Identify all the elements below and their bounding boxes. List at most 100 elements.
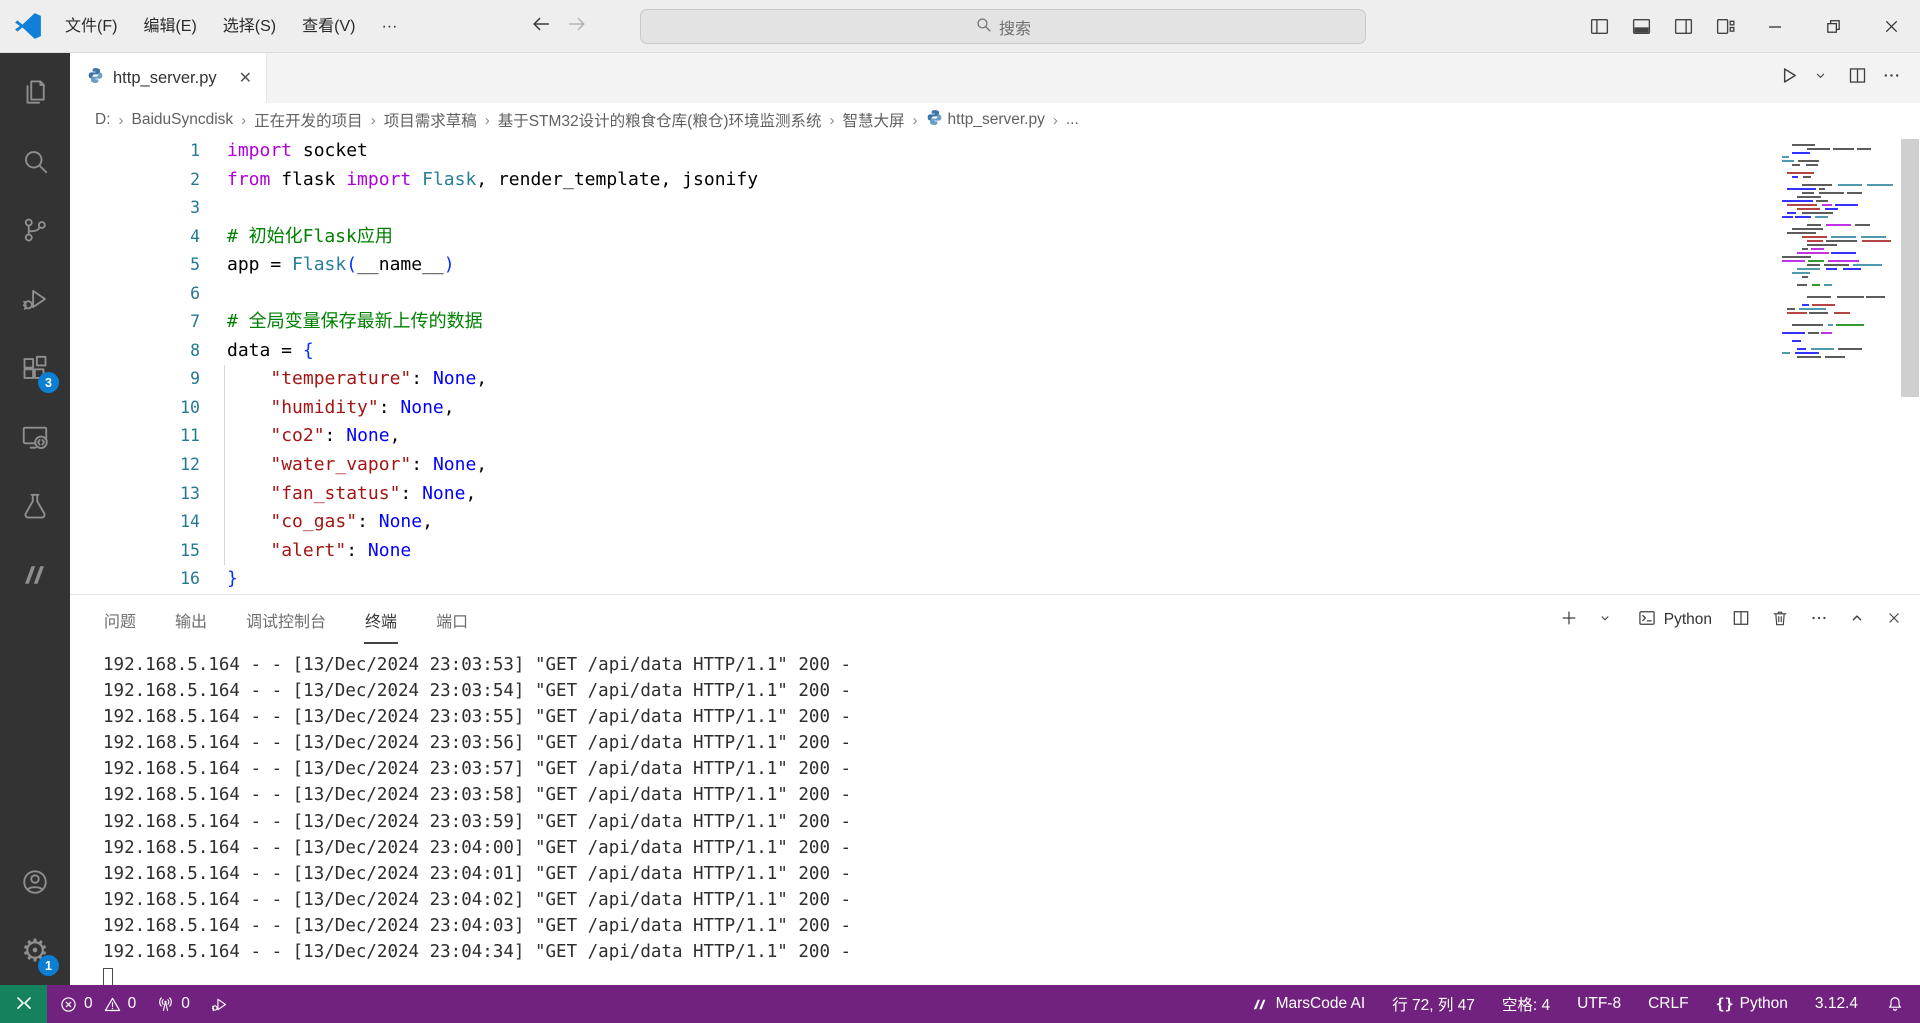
menu-view[interactable]: 查看(V) [289, 0, 368, 53]
line-number[interactable]: 9 [70, 365, 200, 394]
line-number[interactable]: 13 [70, 480, 200, 509]
run-dropdown-icon[interactable] [1813, 68, 1828, 88]
maximize-panel-icon[interactable] [1848, 609, 1866, 632]
code-line[interactable]: 9 "temperature": None, [70, 365, 1920, 394]
code-line[interactable]: 7 # 全局变量保存最新上传的数据 [70, 308, 1920, 337]
editor-scrollbar[interactable] [1901, 139, 1919, 397]
activity-item-account[interactable] [0, 847, 70, 916]
menu-edit[interactable]: 编辑(E) [130, 0, 209, 53]
line-number[interactable]: 14 [70, 508, 200, 537]
status-item-problems-errors[interactable]: 0 [59, 995, 93, 1014]
tab-close-icon[interactable]: ✕ [235, 66, 256, 90]
line-number[interactable]: 5 [70, 251, 200, 280]
tab-http-server[interactable]: http_server.py ✕ [70, 53, 267, 103]
toggle-panel-icon[interactable] [1620, 0, 1662, 53]
code-line[interactable]: 5 app = Flask(__name__) [70, 251, 1920, 280]
menu-file[interactable]: 文件(F) [52, 0, 130, 53]
status-item-eol[interactable]: CRLF [1648, 995, 1688, 1013]
code-line[interactable]: 13 "fan_status": None, [70, 480, 1920, 509]
breadcrumb-item[interactable]: ... [1066, 111, 1079, 129]
breadcrumb-item[interactable]: 项目需求草稿 [384, 109, 477, 131]
activity-item-search[interactable] [0, 126, 70, 195]
status-item-problems-warnings[interactable]: 0 [103, 995, 136, 1014]
code-editor[interactable]: 1 import socket 2 from flask import Flask, … [70, 137, 1920, 594]
code-line[interactable]: 2 from flask import Flask, render_templat… [70, 166, 1920, 195]
line-number[interactable]: 1 [70, 137, 200, 166]
back-arrow-icon[interactable] [530, 13, 552, 40]
menu-more[interactable]: ··· [368, 0, 410, 53]
status-item-marscode-ai[interactable]: MarsCode AI [1251, 995, 1365, 1014]
activity-item-testing[interactable] [0, 471, 70, 540]
status-item-cursor-position[interactable]: 行 72, 列 47 [1392, 993, 1475, 1015]
panel-tab-output[interactable]: 输出 [174, 596, 208, 644]
status-item-problems[interactable]: 00 [59, 995, 136, 1014]
panel-tab-debug-console[interactable]: 调试控制台 [245, 596, 327, 644]
line-number[interactable]: 3 [70, 194, 200, 223]
breadcrumb-item[interactable]: BaiduSyncdisk [132, 111, 234, 129]
breadcrumb-item[interactable]: 智慧大屏 [843, 109, 905, 131]
minimize-button[interactable] [1746, 0, 1804, 53]
line-number[interactable]: 8 [70, 337, 200, 366]
line-number[interactable]: 7 [70, 308, 200, 337]
close-panel-icon[interactable] [1885, 609, 1903, 632]
activity-item-explorer[interactable] [0, 57, 70, 126]
breadcrumb-item[interactable]: 基于STM32设计的粮食仓库(粮仓)环境监测系统 [498, 109, 822, 131]
breadcrumb-item[interactable]: http_server.py [926, 109, 1045, 131]
status-item-encoding[interactable]: UTF-8 [1577, 995, 1621, 1013]
code-line[interactable]: 11 "co2": None, [70, 422, 1920, 451]
active-terminal-chip[interactable]: Python [1637, 608, 1712, 633]
status-item-notifications[interactable] [1885, 994, 1905, 1014]
remote-indicator[interactable] [0, 985, 47, 1023]
line-number[interactable]: 6 [70, 280, 200, 309]
panel-tab-problems[interactable]: 问题 [103, 596, 137, 644]
code-line[interactable]: 3 [70, 194, 1920, 223]
code-line[interactable]: 12 "water_vapor": None, [70, 451, 1920, 480]
minimap[interactable] [1782, 139, 1894, 579]
line-number[interactable]: 12 [70, 451, 200, 480]
panel-more-actions-icon[interactable] [1809, 608, 1829, 633]
line-number[interactable]: 2 [70, 166, 200, 195]
breadcrumb-item[interactable]: 正在开发的项目 [254, 109, 363, 131]
code-line[interactable]: 15 "alert": None [70, 537, 1920, 566]
panel-tab-ports[interactable]: 端口 [435, 596, 469, 644]
panel-tab-terminal[interactable]: 终端 [364, 596, 399, 644]
status-item-language-mode[interactable]: {} Python [1716, 995, 1788, 1013]
kill-terminal-icon[interactable] [1770, 608, 1790, 633]
line-number[interactable]: 11 [70, 422, 200, 451]
line-number[interactable]: 15 [70, 537, 200, 566]
editor-more-actions-icon[interactable] [1881, 65, 1902, 91]
toggle-sidebar-icon[interactable] [1578, 0, 1620, 53]
activity-item-run-debug[interactable] [0, 264, 70, 333]
code-line[interactable]: 6 [70, 280, 1920, 309]
line-number[interactable]: 10 [70, 394, 200, 423]
menu-selection[interactable]: 选择(S) [210, 0, 289, 53]
search-input[interactable]: 搜索 [640, 9, 1366, 44]
code-line[interactable]: 14 "co_gas": None, [70, 508, 1920, 537]
activity-item-marscode[interactable] [0, 540, 70, 609]
split-terminal-icon[interactable] [1731, 608, 1751, 633]
activity-item-settings[interactable]: ⚙ 1 [0, 916, 70, 985]
toggle-secondary-sidebar-icon[interactable] [1662, 0, 1704, 53]
line-number[interactable]: 16 [70, 565, 200, 594]
status-item-python-version[interactable]: 3.12.4 [1815, 995, 1858, 1013]
breadcrumb-item[interactable]: D: [95, 111, 111, 129]
forward-arrow-icon[interactable] [566, 13, 588, 40]
code-line[interactable]: 16} [70, 565, 1920, 594]
status-item-debug-launch[interactable] [210, 995, 229, 1014]
close-window-button[interactable] [1862, 0, 1920, 53]
terminal-profile-dropdown-icon[interactable] [1598, 611, 1612, 630]
new-terminal-icon[interactable] [1559, 608, 1579, 633]
restore-button[interactable] [1804, 0, 1862, 53]
activity-item-remote-explorer[interactable] [0, 402, 70, 471]
run-python-button[interactable] [1777, 64, 1800, 92]
code-line[interactable]: 1 import socket [70, 137, 1920, 166]
activity-item-source-control[interactable] [0, 195, 70, 264]
terminal-output[interactable]: 192.168.5.164 - - [13/Dec/2024 23:03:53]… [70, 645, 1920, 985]
code-line[interactable]: 8 data = { [70, 337, 1920, 366]
line-number[interactable]: 4 [70, 223, 200, 252]
activity-item-extensions[interactable]: 3 [0, 333, 70, 402]
code-line[interactable]: 4 # 初始化Flask应用 [70, 223, 1920, 252]
code-line[interactable]: 10 "humidity": None, [70, 394, 1920, 423]
customize-layout-icon[interactable] [1704, 0, 1746, 53]
status-item-forwarded-ports[interactable]: 0 [156, 995, 190, 1014]
